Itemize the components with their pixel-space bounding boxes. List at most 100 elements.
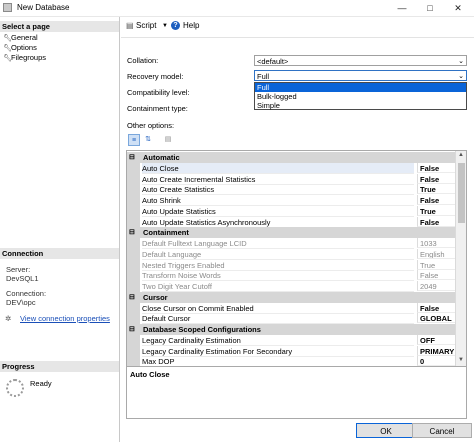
recovery-option-full[interactable]: Full — [255, 83, 466, 92]
script-icon[interactable]: ▤ — [126, 21, 134, 30]
scrollbar-thumb[interactable] — [458, 163, 465, 223]
recovery-option-bulk-logged[interactable]: Bulk-logged — [255, 92, 466, 101]
scroll-up-icon[interactable]: ▲ — [458, 152, 464, 158]
window-title: New Database — [17, 3, 70, 12]
maximize-icon[interactable]: □ — [416, 0, 444, 16]
property-value[interactable]: 0 — [417, 356, 455, 366]
collapse-icon[interactable]: ⊟ — [129, 227, 135, 238]
property-value[interactable]: OFF — [417, 334, 455, 345]
grid-category[interactable]: ⊟ Containment — [127, 227, 455, 239]
property-name: Auto Create Statistics — [142, 184, 414, 196]
property-name: Auto Shrink — [142, 195, 414, 206]
recovery-model-select[interactable]: Full ⌄ — [254, 70, 467, 81]
page-item-filegroups[interactable]: 🔧︎Filegroups — [3, 53, 46, 62]
property-value[interactable]: 1033 — [417, 238, 455, 248]
property-value[interactable]: PRIMARY — [417, 345, 455, 356]
recovery-model-label: Recovery model: — [127, 72, 184, 81]
grid-row[interactable]: Auto Update Statistics Asynchronously Fal… — [127, 216, 455, 228]
alphabetical-sort-icon[interactable]: ⇅ — [142, 134, 154, 146]
left-panel: Select a page 🔧︎General 🔧︎Options 🔧︎File… — [0, 17, 120, 442]
grid-category-label: Database Scoped Configurations — [143, 325, 261, 334]
grid-category[interactable]: ⊟ Automatic — [127, 152, 455, 163]
grid-row[interactable]: Nested Triggers Enabled True — [127, 259, 455, 271]
ok-button[interactable]: OK — [356, 423, 416, 438]
grid-gutter — [127, 248, 140, 260]
grid-row[interactable]: Auto Close False — [127, 162, 455, 174]
property-name: Two Digit Year Cutoff — [142, 281, 414, 292]
grid-row[interactable]: Legacy Cardinality Estimation OFF — [127, 334, 455, 346]
collapse-icon[interactable]: ⊟ — [129, 152, 135, 163]
grid-row[interactable]: Default Cursor GLOBAL — [127, 313, 455, 325]
grid-gutter — [127, 259, 140, 271]
collation-label: Collation: — [127, 56, 159, 65]
page-item-options[interactable]: 🔧︎Options — [3, 43, 37, 52]
recovery-option-simple[interactable]: Simple — [255, 101, 466, 110]
close-icon[interactable]: ✕ — [444, 0, 472, 16]
collation-value: <default> — [257, 57, 289, 66]
containment-type-label: Containment type: — [127, 104, 188, 113]
wrench-icon: 🔧︎ — [3, 35, 12, 42]
grid-row[interactable]: Default Language English — [127, 248, 455, 260]
collation-select[interactable]: <default> ⌄ — [254, 55, 467, 66]
link-icon: ✲ — [5, 314, 12, 323]
categorized-sort-icon[interactable]: ≡ — [128, 134, 140, 146]
property-value[interactable]: False — [417, 302, 455, 313]
grid-gutter — [127, 345, 140, 357]
grid-row[interactable]: Auto Shrink False — [127, 195, 455, 206]
compatibility-level-label: Compatibility level: — [127, 88, 190, 97]
grid-gutter — [127, 195, 140, 206]
property-name: Nested Triggers Enabled — [142, 260, 414, 271]
page-item-label: General — [11, 33, 38, 42]
grid-category-label: Containment — [143, 228, 189, 238]
property-value[interactable]: True — [417, 184, 455, 195]
property-value[interactable]: 2049 — [417, 281, 455, 291]
minimize-icon[interactable]: — — [388, 0, 416, 16]
help-icon[interactable]: ? — [171, 21, 180, 30]
scroll-down-icon[interactable]: ▼ — [458, 357, 464, 363]
select-page-header: Select a page — [0, 21, 119, 32]
grid-gutter — [127, 184, 140, 196]
grid-row[interactable]: Transform Noise Words False — [127, 270, 455, 282]
chevron-down-icon[interactable]: ▼ — [162, 23, 168, 29]
property-name: Legacy Cardinality Estimation For Second… — [142, 346, 414, 357]
grid-row[interactable]: Two Digit Year Cutoff 2049 — [127, 281, 455, 292]
grid-row[interactable]: Max DOP 0 — [127, 356, 455, 366]
grid-row[interactable]: Auto Update Statistics True — [127, 205, 455, 217]
help-button[interactable]: Help — [183, 21, 199, 30]
property-value[interactable]: True — [417, 205, 455, 216]
view-connection-properties-link[interactable]: View connection properties — [20, 314, 110, 323]
property-grid[interactable]: ⊟ Automatic Auto Close False Auto Create Inc… — [126, 150, 467, 367]
property-name: Auto Update Statistics Asynchronously — [142, 217, 414, 228]
grid-row[interactable]: Auto Create Statistics True — [127, 184, 455, 196]
grid-gutter — [127, 281, 140, 292]
cancel-button[interactable]: Cancel — [412, 423, 472, 438]
wrench-icon: 🔧︎ — [3, 45, 12, 52]
property-value[interactable]: GLOBAL — [417, 313, 455, 324]
grid-row[interactable]: Legacy Cardinality Estimation For Second… — [127, 345, 455, 357]
property-name: Auto Create Incremental Statistics — [142, 174, 414, 185]
property-value[interactable]: False — [417, 195, 455, 205]
grid-gutter — [127, 313, 140, 325]
property-value[interactable]: False — [417, 173, 455, 184]
grid-scrollbar[interactable]: ▲ ▼ — [455, 151, 466, 366]
grid-category[interactable]: ⊟ Cursor — [127, 291, 455, 303]
property-value[interactable]: False — [417, 270, 455, 281]
progress-header: Progress — [0, 361, 119, 372]
grid-row[interactable]: Auto Create Incremental Statistics False — [127, 173, 455, 185]
connection-label: Connection: — [6, 289, 47, 298]
property-value[interactable]: False — [417, 216, 455, 227]
collapse-icon[interactable]: ⊟ — [129, 324, 135, 335]
property-value[interactable]: True — [417, 259, 455, 270]
other-options-label: Other options: — [127, 121, 175, 130]
grid-row[interactable]: Close Cursor on Commit Enabled False — [127, 302, 455, 314]
collapse-icon[interactable]: ⊟ — [129, 292, 135, 303]
grid-category[interactable]: ⊟ Database Scoped Configurations — [127, 324, 455, 335]
property-value[interactable]: English — [417, 248, 455, 259]
property-name: Default Language — [142, 249, 414, 260]
page-item-general[interactable]: 🔧︎General — [3, 33, 38, 42]
property-pages-icon[interactable]: ▤ — [162, 134, 174, 146]
grid-gutter — [127, 238, 140, 249]
property-value[interactable]: False — [417, 162, 455, 173]
grid-row[interactable]: Default Fulltext Language LCID 1033 — [127, 238, 455, 249]
script-button[interactable]: Script — [136, 21, 156, 30]
